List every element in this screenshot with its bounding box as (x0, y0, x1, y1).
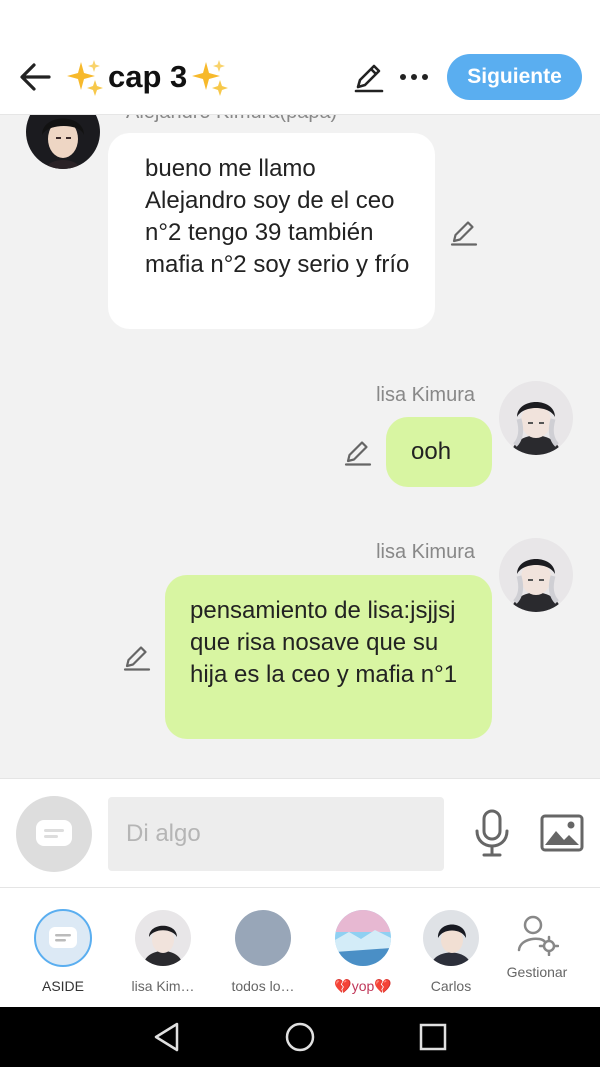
back-arrow-icon[interactable] (16, 58, 54, 96)
tab-avatar-frame (34, 909, 92, 967)
tab-todos[interactable]: todos lo… (213, 908, 313, 998)
message-bubble[interactable]: ooh (386, 417, 492, 487)
chat-tabs: ASIDE lisa Kim… todos lo… 💔yop💔 Carlos G… (0, 888, 600, 1007)
message-bubble[interactable]: bueno me llamo Alejandro soy de el ceo n… (108, 133, 435, 329)
microphone-icon[interactable] (472, 809, 512, 857)
manage-icon (517, 915, 559, 956)
message-text: bueno me llamo Alejandro soy de el ceo n… (145, 155, 410, 278)
back-triangle-icon[interactable] (150, 1020, 184, 1054)
tab-lisa[interactable]: lisa Kim… (113, 908, 213, 998)
avatar[interactable] (499, 381, 573, 455)
tab-label: 💔yop💔 (334, 978, 392, 994)
message-input[interactable]: Di algo (108, 797, 444, 871)
message-text: ooh (411, 438, 452, 465)
tab-label: todos lo… (231, 978, 295, 994)
page-title: cap 3 (66, 56, 229, 98)
avatar (235, 910, 291, 966)
avatar (335, 910, 391, 966)
tab-label: Carlos (430, 978, 472, 994)
system-navigation-bar (0, 1007, 600, 1067)
tab-label: Gestionar (506, 964, 568, 980)
message-sender: lisa Kimura (376, 541, 475, 563)
edit-message-icon[interactable] (122, 642, 152, 672)
recents-square-icon[interactable] (416, 1020, 450, 1054)
title-text: cap 3 (108, 59, 188, 94)
edit-message-icon[interactable] (343, 437, 373, 467)
tab-manage[interactable]: Gestionar (487, 908, 587, 998)
chat-mode-button[interactable] (16, 796, 92, 872)
sparkles-icon (192, 60, 229, 96)
message-composer: Di algo (0, 778, 600, 888)
edit-message-icon[interactable] (449, 217, 479, 247)
message-sender: lisa Kimura (376, 384, 475, 406)
avatar[interactable] (499, 538, 573, 612)
avatar (423, 910, 479, 966)
message-bubble[interactable]: pensamiento de lisa:jsjjsj que risa nosa… (165, 575, 492, 739)
tab-label: lisa Kim… (131, 978, 195, 994)
avatar (135, 910, 191, 966)
top-bar: cap 3 Siguiente (0, 0, 600, 115)
tab-carlos[interactable]: Carlos (401, 908, 501, 998)
edit-pencil-icon[interactable] (352, 60, 386, 94)
chat-bubble-icon (49, 927, 77, 948)
image-icon[interactable] (540, 813, 584, 853)
chat-bubble-icon (36, 820, 72, 846)
next-button[interactable]: Siguiente (447, 54, 582, 100)
home-circle-icon[interactable] (283, 1020, 317, 1054)
tab-label: ASIDE (41, 978, 84, 994)
tab-yop[interactable]: 💔yop💔 (313, 908, 413, 998)
message-sender: Alejandro Kimura(papa) (126, 115, 337, 124)
chat-area[interactable]: Alejandro Kimura(papa) bueno me llamo Al… (0, 115, 600, 778)
sparkles-icon (67, 60, 103, 96)
message-text: pensamiento de lisa:jsjjsj que risa nosa… (190, 597, 458, 688)
avatar[interactable] (26, 115, 100, 169)
tab-aside[interactable]: ASIDE (13, 908, 113, 998)
more-options-icon[interactable] (398, 60, 430, 94)
